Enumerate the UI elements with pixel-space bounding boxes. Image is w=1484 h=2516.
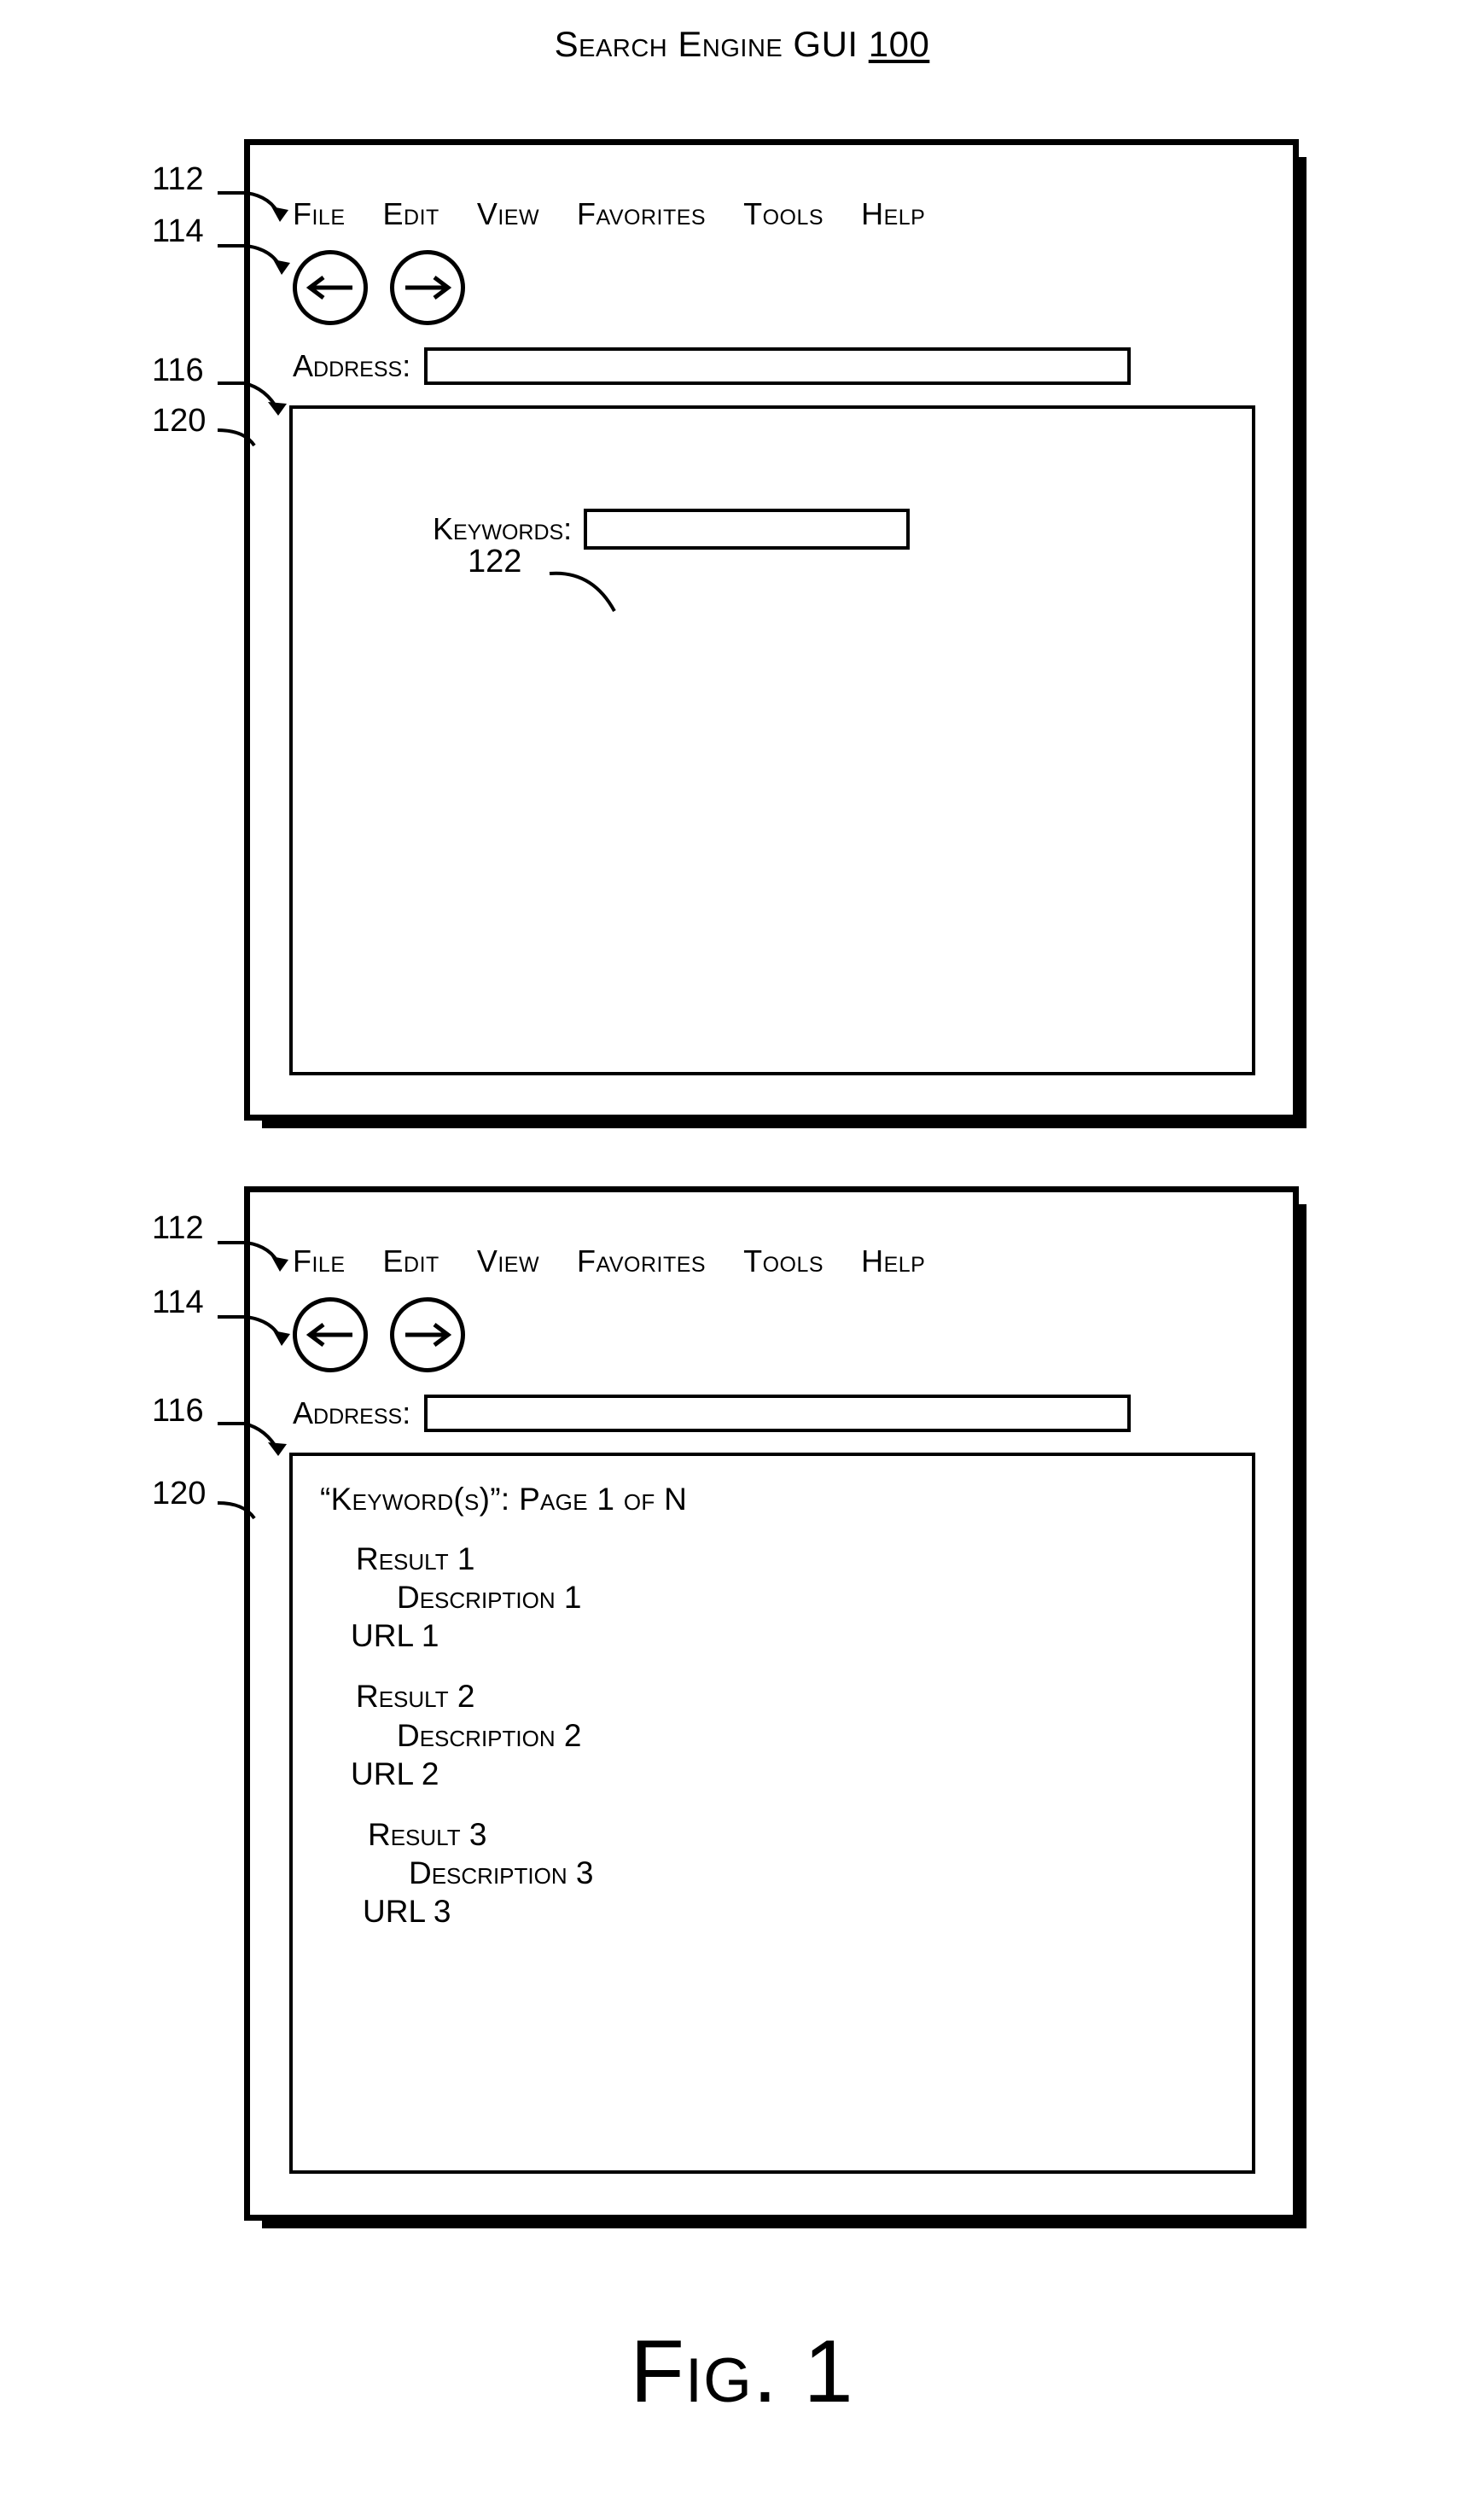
- result-title[interactable]: Result 1: [356, 1540, 1243, 1578]
- keywords-label: Keywords:: [433, 511, 573, 546]
- address-bar-top: Address:: [293, 347, 1132, 385]
- navigation-bar-bottom: [293, 1297, 465, 1372]
- figure-title: Search Engine GUI 100: [0, 24, 1484, 65]
- callout-label-120-top: 120: [152, 403, 207, 439]
- result-item[interactable]: Result 2 Description 2 URL 2: [320, 1677, 1243, 1792]
- callout-label-120-bottom: 120: [152, 1476, 207, 1511]
- result-title[interactable]: Result 3: [368, 1815, 1243, 1854]
- menu-item-help-bottom[interactable]: Help: [861, 1243, 925, 1279]
- result-url[interactable]: URL 2: [351, 1755, 1243, 1793]
- menu-item-tools-bottom[interactable]: Tools: [743, 1243, 823, 1279]
- callout-label-116-top: 116: [152, 352, 204, 388]
- address-label: Address:: [293, 348, 411, 383]
- result-item[interactable]: Result 1 Description 1 URL 1: [320, 1540, 1243, 1655]
- menu-item-file[interactable]: File: [293, 196, 346, 232]
- callout-label-114-bottom: 114: [152, 1284, 204, 1320]
- menu-bar-bottom: File Edit View Favorites Tools Help: [293, 1243, 925, 1279]
- results-list: “Keyword(s)”: Page 1 of N Result 1 Descr…: [320, 1482, 1243, 1953]
- content-area-results: “Keyword(s)”: Page 1 of N Result 1 Descr…: [289, 1453, 1255, 2174]
- keywords-input[interactable]: [584, 509, 911, 550]
- menu-item-edit[interactable]: Edit: [383, 196, 439, 232]
- results-heading: “Keyword(s)”: Page 1 of N: [320, 1482, 688, 1517]
- result-url[interactable]: URL 3: [363, 1892, 1243, 1931]
- menu-item-favorites[interactable]: Favorites: [577, 196, 706, 232]
- address-input-bottom[interactable]: [424, 1395, 1132, 1432]
- arrow-right-icon: [404, 274, 451, 301]
- address-label-bottom: Address:: [293, 1395, 411, 1430]
- result-title[interactable]: Result 2: [356, 1677, 1243, 1715]
- callout-label-116-bottom: 116: [152, 1393, 204, 1429]
- menu-item-view-bottom[interactable]: View: [477, 1243, 539, 1279]
- result-item[interactable]: Result 3 Description 3 URL 3: [320, 1815, 1243, 1931]
- menu-item-favorites-bottom[interactable]: Favorites: [577, 1243, 706, 1279]
- navigation-bar-top: [293, 250, 465, 325]
- result-url[interactable]: URL 1: [351, 1616, 1243, 1655]
- result-description: Description 1: [397, 1580, 582, 1616]
- search-window-top: File Edit View Favorites Tools Help Addr…: [244, 139, 1307, 1128]
- callout-label-122: 122: [468, 544, 522, 579]
- figure-caption: Fig. 1: [630, 2322, 854, 2421]
- menu-item-edit-bottom[interactable]: Edit: [383, 1243, 439, 1279]
- figure-title-prefix: Search Engine: [554, 24, 783, 64]
- callout-label-112-bottom: 112: [152, 1210, 204, 1246]
- forward-button-bottom[interactable]: [390, 1297, 465, 1372]
- arrow-left-icon: [306, 1321, 354, 1348]
- menu-item-tools[interactable]: Tools: [743, 196, 823, 232]
- arrow-right-icon: [404, 1321, 451, 1348]
- menu-bar-top: File Edit View Favorites Tools Help: [293, 196, 925, 232]
- search-window-bottom: File Edit View Favorites Tools Help Addr…: [244, 1186, 1307, 2228]
- forward-button[interactable]: [390, 250, 465, 325]
- menu-item-file-bottom[interactable]: File: [293, 1243, 346, 1279]
- menu-item-view[interactable]: View: [477, 196, 539, 232]
- arrow-left-icon: [306, 274, 354, 301]
- result-description: Description 3: [409, 1855, 594, 1890]
- figure-title-plain: GUI: [793, 24, 858, 64]
- content-area-search: Keywords:: [289, 405, 1255, 1075]
- figure-title-refnum: 100: [868, 24, 930, 64]
- callout-label-112-top: 112: [152, 161, 204, 197]
- result-description: Description 2: [397, 1717, 582, 1753]
- address-input[interactable]: [424, 347, 1132, 385]
- address-bar-bottom: Address:: [293, 1395, 1132, 1432]
- back-button-bottom[interactable]: [293, 1297, 368, 1372]
- callout-label-114-top: 114: [152, 213, 204, 249]
- menu-item-help[interactable]: Help: [861, 196, 925, 232]
- back-button[interactable]: [293, 250, 368, 325]
